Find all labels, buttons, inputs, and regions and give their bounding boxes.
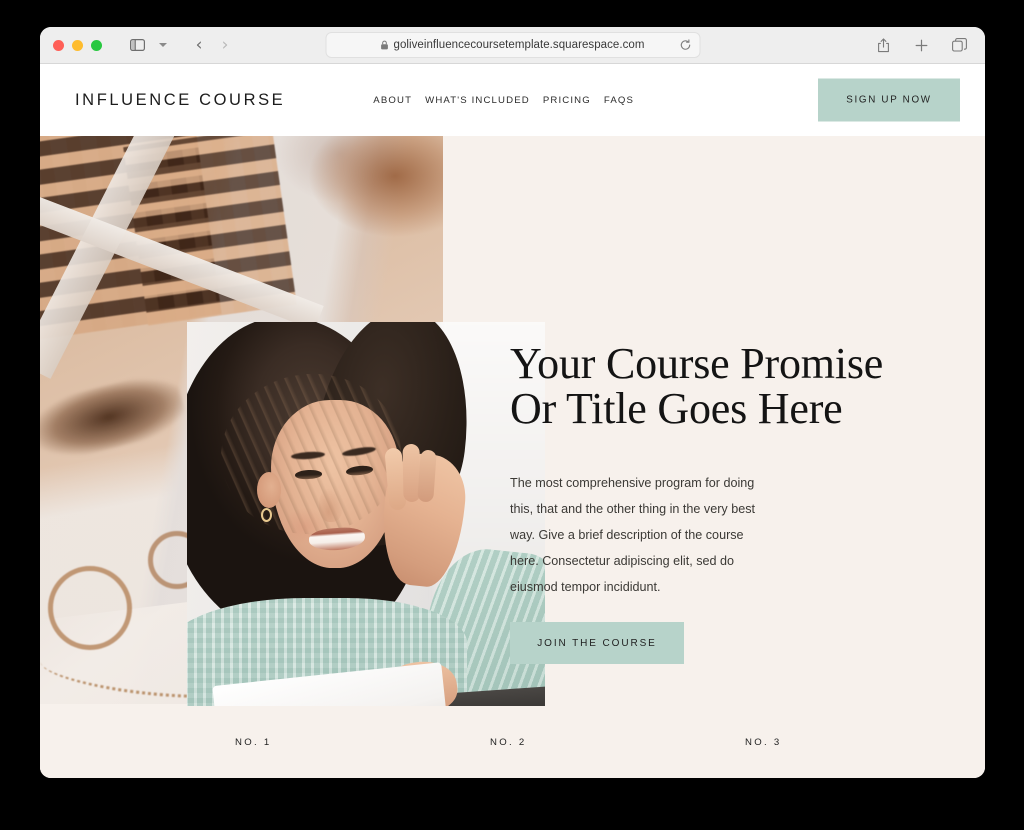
section-number-2[interactable]: NO. 2 (490, 737, 527, 748)
maximize-window-button[interactable] (91, 39, 102, 51)
nav-item-about[interactable]: ABOUT (373, 95, 412, 106)
browser-toolbar: ‹ › goliveinfluencecoursetemplate.square… (40, 27, 985, 64)
hero-content: Your Course Promise Or Title Goes Here T… (510, 136, 930, 665)
section-number-1[interactable]: NO. 1 (235, 737, 272, 748)
close-window-button[interactable] (53, 39, 64, 51)
history-navigation: ‹ › (186, 32, 238, 58)
dark-object-blur (40, 368, 190, 466)
site-header: INFLUENCE COURSE ABOUT WHAT'S INCLUDED P… (40, 64, 985, 136)
portrait-photo (187, 322, 545, 730)
page-title: Your Course Promise Or Title Goes Here (510, 339, 930, 433)
portrait-nose (319, 488, 343, 522)
nav-item-whats-included[interactable]: WHAT'S INCLUDED (425, 95, 530, 106)
numbered-section-strip: NO. 1 NO. 2 NO. 3 (40, 706, 985, 778)
sign-up-now-button[interactable]: SIGN UP NOW (818, 78, 960, 122)
back-button[interactable]: ‹ (186, 32, 212, 58)
site-logo[interactable]: INFLUENCE COURSE (75, 91, 285, 110)
toolbar-right-actions (870, 32, 972, 58)
browser-window: ‹ › goliveinfluencecoursetemplate.square… (40, 27, 985, 778)
share-icon[interactable] (870, 32, 896, 58)
hero-description: The most comprehensive program for doing… (510, 475, 756, 594)
primary-navigation: ABOUT WHAT'S INCLUDED PRICING FAQS (373, 95, 634, 106)
sidebar-toggle-icon[interactable] (124, 32, 150, 58)
lock-icon (381, 40, 389, 50)
address-bar[interactable]: goliveinfluencecoursetemplate.squarespac… (325, 32, 700, 58)
plus-icon[interactable] (908, 32, 934, 58)
traffic-light-buttons (53, 39, 102, 51)
headline-line-1: Your Course Promise (510, 339, 884, 388)
portrait-earring (261, 508, 272, 522)
tab-overview-icon[interactable] (946, 32, 972, 58)
minimize-window-button[interactable] (72, 39, 83, 51)
hero-section: Your Course Promise Or Title Goes Here T… (40, 136, 985, 778)
portrait-ear (257, 472, 281, 508)
nav-item-pricing[interactable]: PRICING (543, 95, 591, 106)
page-viewport: INFLUENCE COURSE ABOUT WHAT'S INCLUDED P… (40, 64, 985, 778)
sidebar-controls (124, 32, 176, 58)
section-number-3[interactable]: NO. 3 (745, 737, 782, 748)
reload-icon[interactable] (679, 39, 691, 51)
forward-button[interactable]: › (212, 32, 238, 58)
nav-item-faqs[interactable]: FAQS (604, 95, 634, 106)
url-text: goliveinfluencecoursetemplate.squarespac… (393, 39, 645, 51)
join-the-course-button[interactable]: JOIN THE COURSE (510, 622, 684, 665)
gold-hoop-large (48, 566, 132, 650)
headline-line-2: Or Title Goes Here (510, 383, 843, 433)
sidebar-chevron-down-icon[interactable] (150, 32, 176, 58)
